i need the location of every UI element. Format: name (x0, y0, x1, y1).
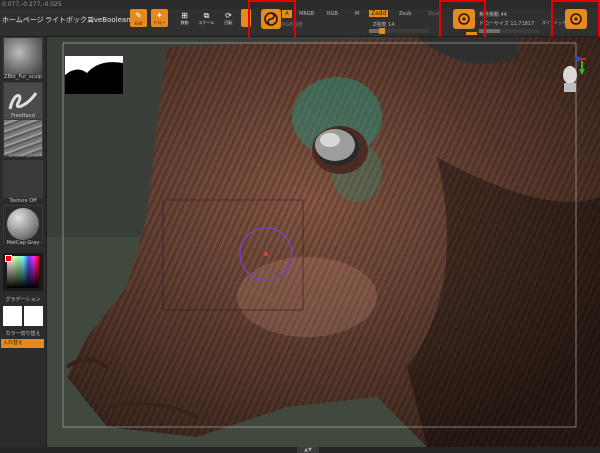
swap-button[interactable]: 入れ替え (1, 339, 44, 348)
tab-lightbox[interactable]: ライトボックス (45, 13, 94, 27)
m-toggle[interactable]: M (355, 11, 359, 17)
matcap-sphere (7, 208, 39, 240)
alpha-thumbnail[interactable] (3, 119, 43, 157)
gradient-label: グラデーション (5, 297, 41, 303)
sculpt-render (47, 37, 600, 447)
highlight-box-gyro (248, 0, 296, 42)
rotate-label: 回転 (224, 20, 233, 25)
color-switch-label: カラー切り替え (5, 331, 41, 337)
bottom-collapse-icon[interactable]: ▲▼ (297, 447, 319, 453)
brush-name: ZBbt_Fur_sculp (4, 74, 42, 80)
move-label: 移動 (180, 20, 189, 25)
texture-thumbnail[interactable] (3, 160, 43, 198)
texture-name: Texture Off (9, 198, 37, 204)
rotate-icon: ⟳ (225, 11, 232, 20)
z-intensity-track[interactable] (369, 28, 429, 34)
mrgb-toggle[interactable]: MRGB (299, 11, 314, 17)
move-icon: ⊞ (181, 11, 188, 20)
draw-size-slider[interactable]: ドローサイズ 11.71817 (479, 20, 534, 27)
color-marker[interactable] (5, 255, 12, 262)
coordinates-readout: 0.077,-0.277,-0.025 (2, 1, 62, 8)
scale-label: スケール (198, 20, 215, 25)
scale-button[interactable]: ⧉ スケール (198, 9, 215, 27)
secondary-color-swatch[interactable] (24, 306, 43, 326)
scale-icon: ⧉ (203, 11, 210, 20)
alpha-name: BrushAlpha (8, 153, 38, 159)
highlight-box-right (551, 0, 600, 42)
rotate-button[interactable]: ⟳ 回転 (220, 9, 237, 27)
move-button[interactable]: ⊞ 移動 (176, 9, 193, 27)
tab-home[interactable]: ホームページ (2, 13, 44, 27)
draw-label: ドロー (153, 20, 166, 25)
rgb-toggle[interactable]: RGB (327, 11, 338, 17)
zsub-toggle[interactable]: Zsub (399, 11, 411, 17)
status-bar: ▲▼ (0, 447, 600, 453)
z-intensity-slider[interactable]: Z強度 14 (373, 21, 394, 28)
navigation-gizmo[interactable] (556, 55, 590, 95)
material-name: MatCap Gray (6, 240, 40, 246)
edit-label: Edit (134, 21, 143, 26)
edit-button[interactable]: ✎ Edit (130, 9, 147, 27)
axis-gizmo-icon (563, 56, 586, 92)
material-thumbnail[interactable] (3, 205, 43, 243)
brush-thumbnail[interactable] (3, 37, 43, 75)
draw-icon: ✦ (156, 11, 163, 20)
zadd-toggle[interactable]: Zadd (369, 10, 389, 17)
highlight-box-focal (439, 0, 486, 42)
canvas-viewport[interactable] (47, 37, 600, 447)
tab-liveboolean[interactable]: LiveBoolean (88, 13, 131, 27)
draw-button[interactable]: ✦ ドロー (151, 9, 168, 27)
main-color-swatch[interactable] (3, 306, 22, 326)
draw-size-track[interactable] (479, 29, 539, 33)
color-picker[interactable] (3, 253, 43, 291)
edit-icon: ✎ (135, 11, 142, 20)
zcut-toggle[interactable]: Zcut (428, 11, 439, 17)
